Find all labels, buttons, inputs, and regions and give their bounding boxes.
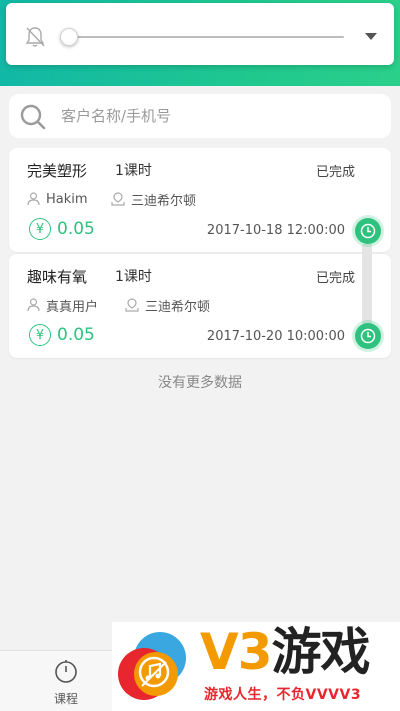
search-bar: [9, 94, 391, 138]
watermark-title: V3游戏: [200, 623, 371, 681]
course-datetime: 2017-10-18 12:00:00: [206, 223, 345, 238]
watermark: V3游戏 游戏人生，不负VVVV3: [112, 622, 400, 711]
brightness-slider-track[interactable]: [68, 36, 344, 38]
course-hours: 1课时: [115, 269, 152, 285]
status-badge: 已完成: [315, 165, 355, 180]
price: ¥ 0.05: [29, 218, 95, 240]
price-value: 0.05: [57, 219, 95, 239]
list-end-message: 没有更多数据: [158, 375, 242, 391]
watermark-brand-cn: 游戏: [271, 623, 371, 681]
member-info: Hakim: [27, 190, 88, 208]
location-name: 三迪希尔顿: [131, 193, 197, 209]
watermark-slogan: 游戏人生，不负VVVV3: [204, 687, 362, 703]
yen-icon: ¥: [29, 324, 51, 346]
course-hours: 1课时: [115, 163, 152, 179]
brightness-slider-thumb[interactable]: [60, 28, 78, 46]
price: ¥ 0.05: [29, 324, 95, 346]
course-card[interactable]: 趣味有氧 1课时 已完成 真真用户 三迪希尔顿 ¥ 0.05 2017-10-2…: [9, 254, 391, 358]
member-name: Hakim: [46, 191, 88, 207]
location-info: 三迪希尔顿: [111, 190, 197, 209]
course-card[interactable]: 完美塑形 1课时 已完成 Hakim 三迪希尔顿 ¥ 0.05 2017-10-…: [9, 148, 391, 252]
status-badge: 已完成: [315, 271, 355, 286]
member-info: 真真用户: [27, 296, 99, 315]
yen-icon: ¥: [29, 218, 51, 240]
music-logo-icon: [118, 632, 186, 700]
price-value: 0.05: [57, 325, 95, 345]
clock-button[interactable]: [355, 218, 381, 244]
chevron-down-icon[interactable]: [365, 33, 377, 40]
location-icon: [111, 192, 125, 206]
search-icon: [20, 104, 46, 130]
notification-panel: [6, 3, 394, 65]
location-info: 三迪希尔顿: [125, 296, 211, 315]
user-icon: [27, 298, 40, 312]
user-icon: [27, 192, 40, 206]
tab-course[interactable]: 课程: [40, 658, 92, 707]
clock-button[interactable]: [355, 323, 381, 349]
course-title: 趣味有氧: [27, 268, 88, 286]
clock-icon: [360, 223, 376, 239]
stopwatch-icon: [55, 660, 77, 683]
scrollbar[interactable]: [362, 244, 372, 324]
header-overlay-dot: [358, 46, 376, 64]
bell-off-icon[interactable]: [24, 25, 46, 49]
clock-icon: [360, 328, 376, 344]
watermark-brand: V3: [200, 623, 272, 681]
course-title: 完美塑形: [27, 162, 88, 180]
location-name: 三迪希尔顿: [145, 299, 211, 315]
location-icon: [125, 298, 139, 312]
tab-course-label: 课程: [53, 692, 78, 706]
member-name: 真真用户: [46, 299, 99, 315]
course-datetime: 2017-10-20 10:00:00: [206, 329, 345, 344]
search-input[interactable]: [61, 94, 381, 138]
